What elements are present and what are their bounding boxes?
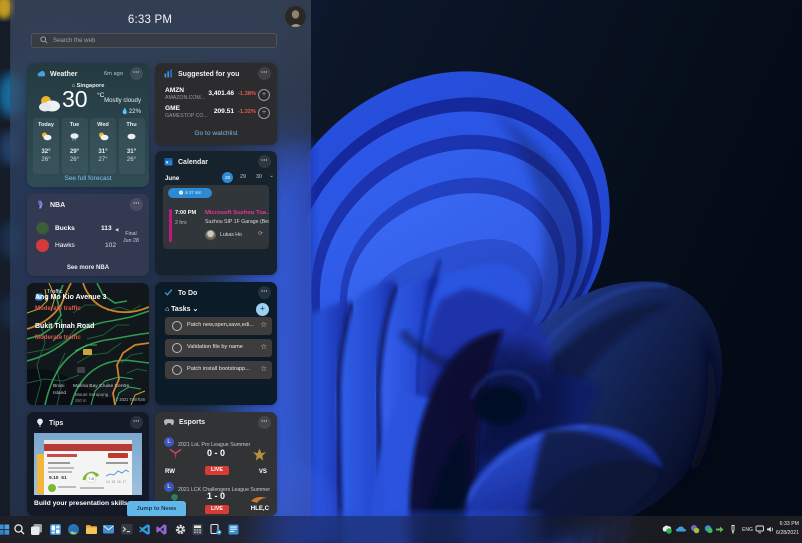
svg-text:7.8: 7.8 xyxy=(88,476,94,481)
